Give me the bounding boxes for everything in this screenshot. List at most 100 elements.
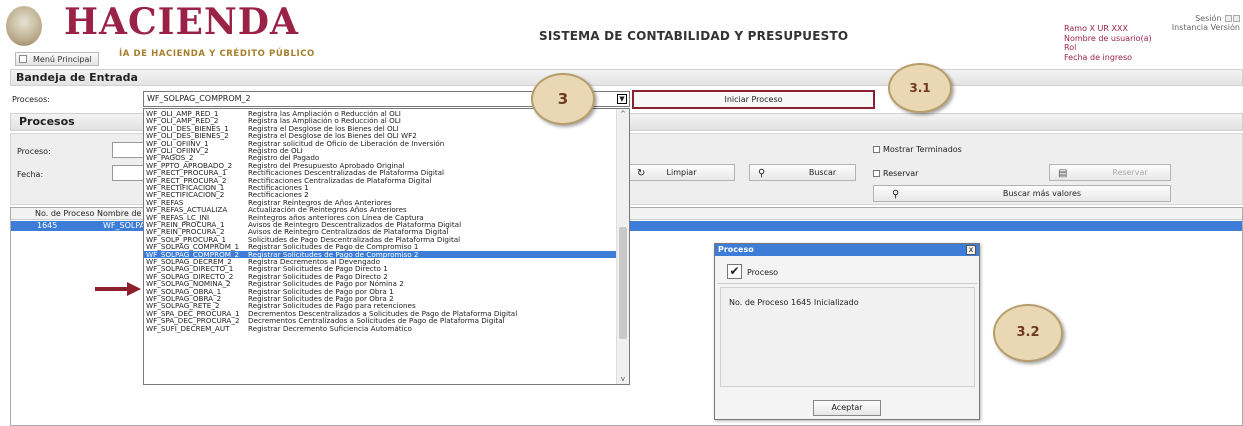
window-close-icon[interactable] bbox=[1233, 15, 1240, 22]
dropdown-option[interactable]: WF_RECT_PROCURA_2 Rectificaciones Central… bbox=[144, 176, 616, 184]
dropdown-option[interactable]: WF_REFAS_LC_INI Reintegros años anteriore… bbox=[144, 212, 616, 222]
user-name: Nombre de usuario(a) bbox=[1064, 33, 1152, 43]
option-code: WF_SOLP_PROCURA_1 bbox=[146, 234, 227, 244]
option-code: WF_OLI_AMP_RED_1 bbox=[146, 109, 219, 118]
option-code: WF_SOLPAG_DIRECTO_2 bbox=[146, 271, 234, 281]
instancia-link[interactable]: Instancia bbox=[1172, 23, 1208, 32]
option-description: Registrar Solicitudes de Pago Directo 1 bbox=[248, 264, 388, 274]
column-header-numero[interactable]: No. de Proceso bbox=[35, 209, 94, 218]
procesos-dropdown-list[interactable]: WF_SUFI_DECREM_AUT Registrar Decremento S… bbox=[143, 108, 630, 385]
option-code: WF_OLI_AMP_RED_2 bbox=[146, 116, 219, 126]
dropdown-option[interactable]: WF_SOLPAG_OBRA_2 Registrar Solicitudes de… bbox=[144, 295, 616, 303]
dropdown-option[interactable]: WF_REFAS Registrar Reintegros de Años Ant… bbox=[144, 197, 616, 207]
main-menu-button[interactable]: Menú Principal bbox=[15, 52, 99, 66]
option-code: WF_PPTO_APROBADO_2 bbox=[146, 160, 233, 170]
fecha-label: Fecha: bbox=[17, 170, 44, 179]
option-description: Registra el Desglose de los Bienes del O… bbox=[248, 131, 417, 141]
dropdown-option[interactable]: WF_SUFI_DECREM_AUT Registrar Decremento S… bbox=[144, 323, 616, 333]
option-code: WF_SOLPAG_COMPROM_2 bbox=[146, 249, 240, 259]
mostrar-terminados-label: Mostrar Terminados bbox=[883, 145, 962, 154]
scroll-thumb[interactable] bbox=[619, 227, 627, 339]
option-code: WF_SOLPAG_DIRECTO_1 bbox=[146, 264, 234, 274]
checkbox-icon bbox=[873, 170, 880, 177]
hacienda-emblem-icon bbox=[6, 6, 42, 46]
reservar-checkbox[interactable]: Reservar bbox=[873, 169, 918, 178]
session-link[interactable]: Sesión bbox=[1195, 14, 1221, 23]
dropdown-option[interactable]: WF_REFAS_ACTUALIZA Actualización de Reint… bbox=[144, 205, 616, 215]
dropdown-option[interactable]: WF_SOLPAG_RETE_2 Registrar Solicitudes de… bbox=[144, 302, 616, 310]
dropdown-option[interactable]: WF_PAGOS_2 Registro del Pagado bbox=[144, 154, 616, 162]
close-icon[interactable]: x bbox=[966, 245, 976, 255]
version-link[interactable]: Versión bbox=[1211, 23, 1240, 32]
user-info: Ramo X UR XXX Nombre de usuario(a) Rol F… bbox=[1064, 24, 1152, 62]
option-description: Decrementos Centralizados a Solicitudes … bbox=[248, 316, 505, 326]
limpiar-button[interactable]: ↻ Limpiar bbox=[628, 164, 735, 181]
option-description: Actualización de Reintegros Años Anterio… bbox=[248, 205, 407, 215]
dropdown-option[interactable]: WF_OLI_DES_BIENES_2 Registra el Desglose … bbox=[144, 131, 616, 141]
reservar-button-label: Reservar bbox=[1112, 168, 1148, 177]
dropdown-option[interactable]: WF_RECTIFICACION_1 Rectificaciones 1 bbox=[144, 183, 616, 192]
checkbox-icon bbox=[873, 146, 880, 153]
dropdown-option[interactable]: WF_SOLPAG_DIRECTO_1 Registrar Solicitudes… bbox=[144, 264, 616, 274]
dropdown-option[interactable]: WF_RECTIFICACION_2 Rectificaciones 2 bbox=[144, 191, 616, 199]
dropdown-option[interactable]: WF_OLI_OFIINV_2 Registro de OLI bbox=[144, 146, 616, 155]
dropdown-option[interactable]: WF_RECT_PROCURA_1 Rectificaciones Descent… bbox=[144, 169, 616, 177]
option-code: WF_SOLPAG_COMPROM_1 bbox=[146, 242, 240, 252]
dropdown-option[interactable]: WF_SOLPAG_OBRA_1 Registrar Solicitudes de… bbox=[144, 287, 616, 295]
option-description: Decrementos Descentralizados a Solicitud… bbox=[248, 308, 518, 318]
dropdown-option[interactable]: WF_SOLPAG_COMPROM_1 Registrar Solicitudes… bbox=[144, 242, 616, 252]
scroll-up-icon[interactable]: ^ bbox=[617, 109, 629, 119]
option-description: Registro de OLI bbox=[248, 146, 303, 155]
user-login-date: Fecha de ingreso bbox=[1064, 52, 1133, 62]
dropdown-option[interactable]: WF_REIN_PROCURA_2 Avisos de Reintegro Cen… bbox=[144, 228, 616, 236]
reservar-checkbox-label: Reservar bbox=[883, 169, 919, 178]
buscar-mas-label: Buscar más valores bbox=[1002, 189, 1082, 198]
option-code: WF_RECTIFICACION_1 bbox=[146, 183, 225, 192]
option-code: WF_SOLPAG_NOMINA_2 bbox=[146, 279, 231, 289]
checkmark-icon: ✔ bbox=[727, 264, 742, 279]
session-links: Sesión Instancia Versión bbox=[1156, 14, 1240, 32]
procesos-label: Procesos: bbox=[12, 95, 50, 104]
limpiar-label: Limpiar bbox=[666, 168, 697, 177]
dropdown-option[interactable]: WF_SOLPAG_DECREM_2 Registra Decrementos a… bbox=[144, 257, 616, 266]
dropdown-option[interactable]: WF_SPA_DEC_PROCURA_1 Decrementos Descentr… bbox=[144, 308, 616, 318]
dropdown-arrow-icon[interactable]: ▼ bbox=[617, 94, 627, 104]
option-description: Registra las Ampliación o Reducción al O… bbox=[248, 116, 401, 126]
option-description: Solicitudes de Pago Descentralizadas de … bbox=[248, 234, 461, 244]
option-code: WF_OLI_OFIINV_1 bbox=[146, 138, 209, 148]
reservar-button[interactable]: ▤ Reservar bbox=[1049, 164, 1171, 181]
dropdown-option[interactable]: WF_SOLPAG_DIRECTO_2 Registrar Solicitudes… bbox=[144, 271, 616, 281]
dropdown-scrollbar[interactable]: ^ v bbox=[616, 109, 629, 384]
option-description: Registrar Decremento Suficiencia Automát… bbox=[248, 323, 412, 333]
dropdown-option[interactable]: WF_SOLPAG_COMPROM_2 Registrar Solicitudes… bbox=[144, 249, 616, 259]
buscar-mas-valores-button[interactable]: ⚲ Buscar más valores bbox=[873, 185, 1171, 202]
window-restore-icon[interactable] bbox=[1225, 15, 1232, 22]
dropdown-option[interactable]: WF_SOLPAG_NOMINA_2 Registrar Solicitudes … bbox=[144, 279, 616, 289]
option-code: WF_OLI_DES_BIENES_2 bbox=[146, 131, 229, 141]
dropdown-option[interactable]: WF_SPA_DEC_PROCURA_2 Decrementos Centrali… bbox=[144, 316, 616, 326]
proceso-modal: Proceso x ✔ Proceso No. de Proceso 1645 … bbox=[714, 243, 980, 420]
dropdown-option[interactable]: WF_PPTO_APROBADO_2 Registro del Presupues… bbox=[144, 160, 616, 170]
option-code: WF_OLI_OFIINV_2 bbox=[146, 146, 209, 155]
dropdown-option[interactable]: WF_OLI_OFIINV_1 Registrar solicitud de Of… bbox=[144, 138, 616, 148]
option-description: Registrar Reintegros de Años Anteriores bbox=[248, 197, 392, 207]
modal-message: No. de Proceso 1645 Inicializado bbox=[729, 298, 859, 307]
buscar-button[interactable]: ⚲ Buscar bbox=[749, 164, 856, 181]
column-header-nombre[interactable]: Nombre de bbox=[97, 209, 141, 218]
iniciar-proceso-button[interactable]: Iniciar Proceso bbox=[632, 90, 875, 109]
modal-header-label: Proceso bbox=[747, 268, 779, 277]
dropdown-option[interactable]: WF_REIN_PROCURA_1 Avisos de Reintegro Des… bbox=[144, 221, 616, 229]
option-code: WF_REFAS_LC_INI bbox=[146, 212, 210, 222]
option-description: Registra Decrementos al Devengado bbox=[248, 257, 381, 266]
option-code: WF_REFAS_ACTUALIZA bbox=[146, 205, 228, 215]
option-description: Registro del Presupuesto Aprobado Origin… bbox=[248, 160, 405, 170]
proceso-label: Proceso: bbox=[17, 147, 51, 156]
mostrar-terminados-checkbox[interactable]: Mostrar Terminados bbox=[873, 145, 962, 154]
dropdown-option[interactable]: WF_OLI_DES_BIENES_1 Registra el Desglose … bbox=[144, 124, 616, 132]
dropdown-option[interactable]: WF_SOLP_PROCURA_1 Solicitudes de Pago Des… bbox=[144, 234, 616, 244]
aceptar-button[interactable]: Aceptar bbox=[813, 400, 881, 416]
main-menu-label: Menú Principal bbox=[33, 55, 92, 64]
logo-title: HACIENDA bbox=[64, 1, 299, 43]
scroll-down-icon[interactable]: v bbox=[617, 374, 629, 384]
option-code: WF_SOLPAG_DECREM_2 bbox=[146, 257, 232, 266]
